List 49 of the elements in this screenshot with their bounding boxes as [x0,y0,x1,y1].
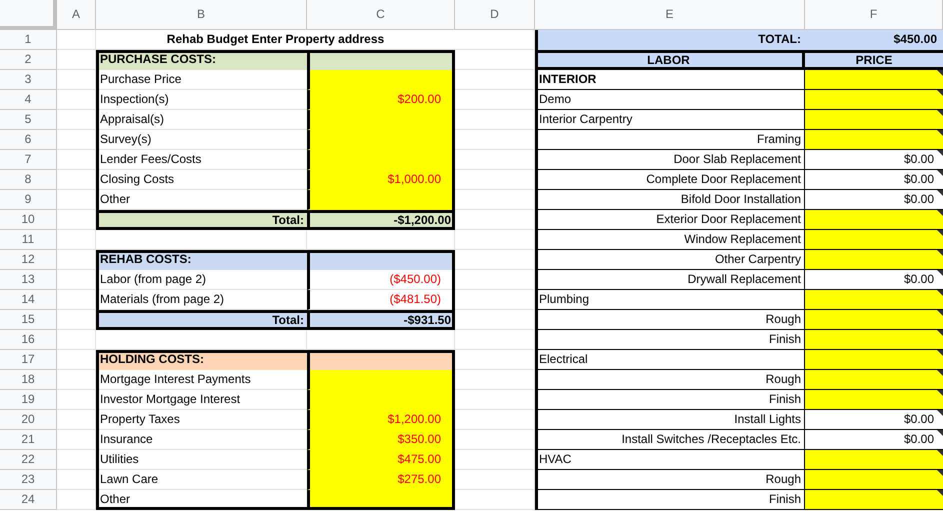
column-header: E [535,0,805,30]
value-cell: $0.00 [805,430,943,450]
row-header: 8 [0,170,57,190]
row-header: 7 [0,150,57,170]
row-header: 12 [0,250,57,270]
value-cell: $0.00 [805,170,943,190]
row-header: 21 [0,430,57,450]
column-header: A [57,0,96,30]
row-header: 16 [0,330,57,350]
value-cell: $0.00 [805,410,943,430]
column-heading: PRICE [805,50,943,70]
row-header: 2 [0,50,57,70]
row-header: 1 [0,30,57,50]
row-header: 17 [0,350,57,370]
row-header: 23 [0,470,57,490]
select-all-corner [0,0,57,30]
input-cell: $1,200.00 [307,410,455,430]
row-header: 13 [0,270,57,290]
row-header: 22 [0,450,57,470]
row-header: 20 [0,410,57,430]
row-header: 19 [0,390,57,410]
input-cell: $200.00 [307,90,455,110]
input-cell: $475.00 [307,450,455,470]
row-header: 5 [0,110,57,130]
input-cell: $275.00 [307,470,455,490]
row-header: 15 [0,310,57,330]
input-cell: $1,000.00 [307,170,455,190]
row-header: 18 [0,370,57,390]
total-value: $450.00 [805,30,943,50]
column-header: D [455,0,535,30]
value-cell: ($481.50) [307,290,455,310]
value-cell: $0.00 [805,150,943,170]
column-header: B [96,0,307,30]
column-header: F [805,0,943,30]
row-header: 9 [0,190,57,210]
column-heading: LABOR [535,50,805,70]
row-header: 10 [0,210,57,230]
row-header: 6 [0,130,57,150]
total-label: TOTAL: [535,30,805,50]
value-cell: $0.00 [805,270,943,290]
row-header: 11 [0,230,57,250]
row-header: 24 [0,490,57,510]
row-header: 3 [0,70,57,90]
row-header: 4 [0,90,57,110]
value-cell: ($450.00) [307,270,455,290]
value-cell: $0.00 [805,190,943,210]
input-cell: $350.00 [307,430,455,450]
row-header: 14 [0,290,57,310]
column-header: C [307,0,455,30]
